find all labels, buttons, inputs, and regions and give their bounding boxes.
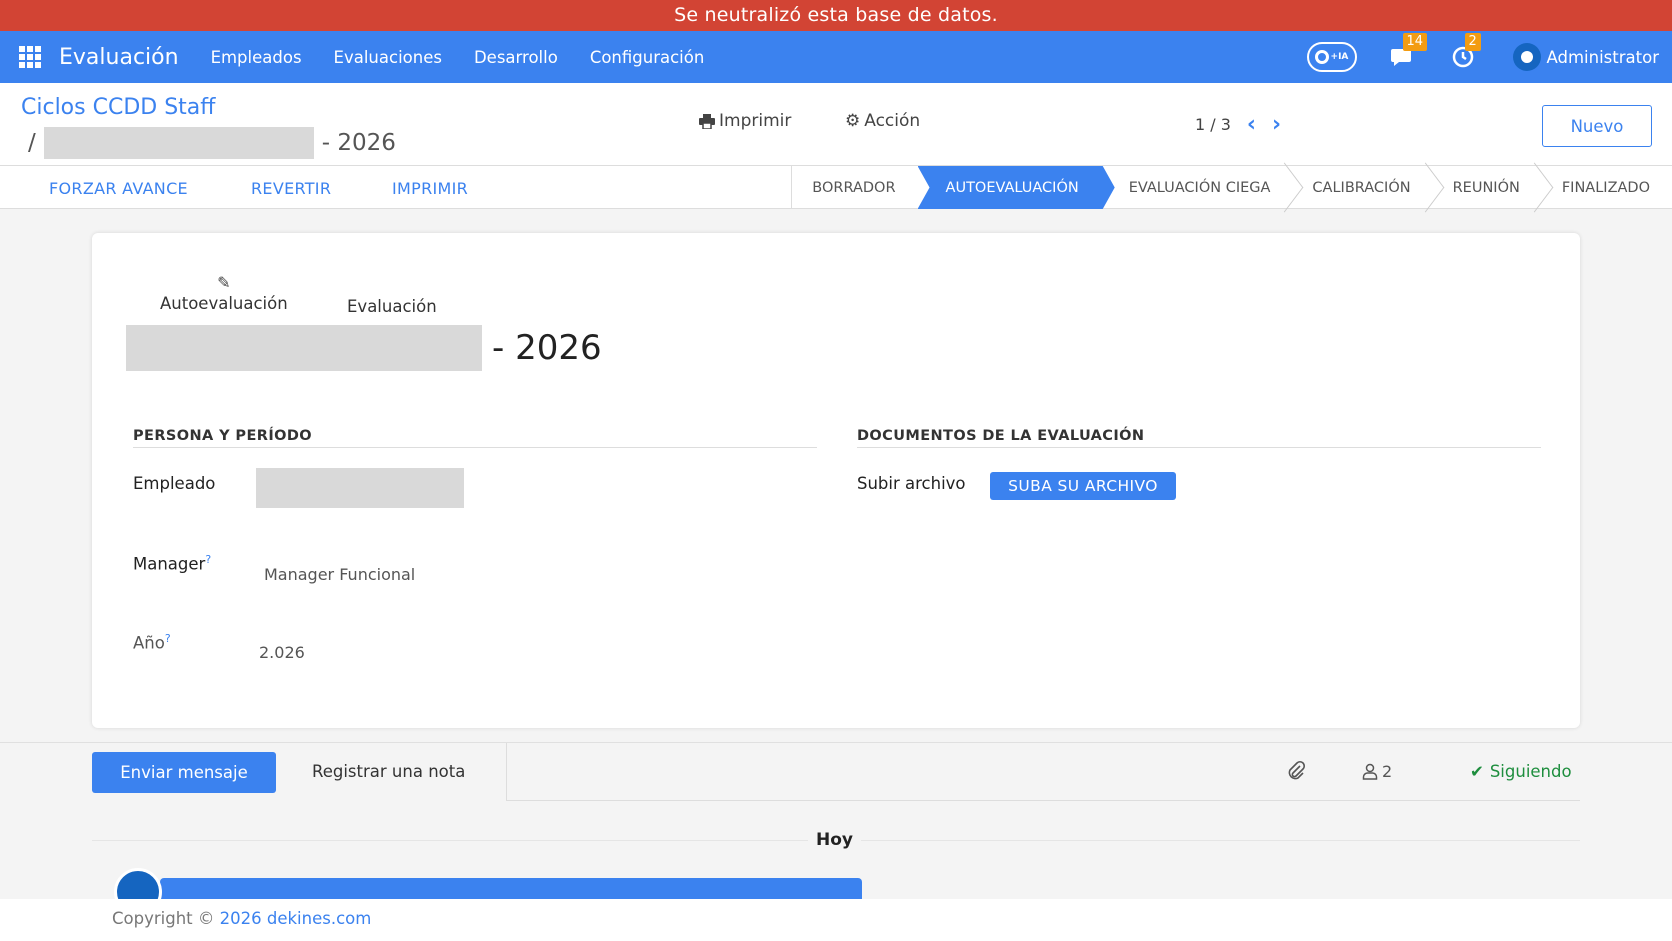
following-label: Siguiendo xyxy=(1489,762,1572,781)
check-icon: ✔ xyxy=(1470,762,1484,781)
stage-borrador[interactable]: BORRADOR xyxy=(792,166,917,209)
employee-field-redacted[interactable] xyxy=(256,468,464,508)
page-footer: Copyright © 2026 dekines.com xyxy=(0,899,1672,941)
self-evaluation-smart-button[interactable]: ✎ Autoevaluación xyxy=(160,273,288,313)
stage-calibracion[interactable]: CALIBRACIÓN xyxy=(1292,166,1432,209)
printer-icon xyxy=(699,113,715,129)
date-separator-label: Hoy xyxy=(808,830,861,850)
year-value: 2.026 xyxy=(259,643,305,662)
manager-label: Manager? xyxy=(133,553,211,574)
evaluation-smart-button[interactable]: Evaluación xyxy=(347,297,437,316)
user-menu[interactable]: Administrator xyxy=(1512,43,1659,71)
manager-value: Manager Funcional xyxy=(264,565,416,584)
nav-empleados[interactable]: Empleados xyxy=(211,48,302,67)
evaluation-label: Evaluación xyxy=(347,297,437,316)
chevron-right-icon[interactable]: › xyxy=(1272,112,1281,137)
activities-clock-icon[interactable]: 2 xyxy=(1451,33,1481,69)
nav-desarrollo[interactable]: Desarrollo xyxy=(474,48,558,67)
neutralized-banner: Se neutralizó esta base de datos. xyxy=(0,0,1672,31)
copyright-link[interactable]: 2026 dekines.com xyxy=(220,909,372,928)
redacted-record-name xyxy=(43,127,314,159)
help-icon[interactable]: ? xyxy=(165,632,171,645)
employee-label: Empleado xyxy=(133,474,216,493)
ai-toggle-label: +IA xyxy=(1330,52,1349,62)
followers-count: 2 xyxy=(1382,762,1393,781)
action-label: Acción xyxy=(864,111,921,131)
pager: 1 / 3 ‹ › xyxy=(1195,112,1281,137)
force-advance-button[interactable]: FORZAR AVANCE xyxy=(49,179,188,198)
year-label-text: Año xyxy=(133,633,165,653)
action-button[interactable]: ⚙ Acción xyxy=(845,111,920,131)
record-title: - 2026 xyxy=(126,325,602,371)
upload-file-button[interactable]: SUBA SU ARCHIVO xyxy=(990,472,1176,500)
stage-pipeline: BORRADOR AUTOEVALUACIÓN EVALUACIÓN CIEGA… xyxy=(791,166,1672,209)
stage-reunion[interactable]: REUNIÓN xyxy=(1433,166,1542,209)
following-button[interactable]: ✔ Siguiendo xyxy=(1470,762,1572,781)
app-brand[interactable]: Evaluación xyxy=(59,45,179,70)
chatter-tab-divider xyxy=(506,743,507,800)
chatter-divider xyxy=(0,742,1672,743)
stage-evaluacion-ciega[interactable]: EVALUACIÓN CIEGA xyxy=(1109,166,1293,209)
year-label: Año? xyxy=(133,632,171,653)
ai-toggle-dot-icon xyxy=(1314,50,1329,64)
redacted-title-name xyxy=(126,325,482,371)
top-navbar: Evaluación Empleados Evaluaciones Desarr… xyxy=(0,31,1672,83)
message-bubble xyxy=(160,878,862,900)
control-panel: Ciclos CCDD Staff / - 2026 Imprimir ⚙ Ac… xyxy=(0,83,1672,165)
followers-button[interactable]: 2 xyxy=(1362,762,1392,781)
messages-icon[interactable]: 14 xyxy=(1389,33,1428,69)
self-evaluation-label: Autoevaluación xyxy=(160,294,288,313)
stage-autoevaluacion[interactable]: AUTOEVALUACIÓN xyxy=(918,166,1115,209)
user-name: Administrator xyxy=(1546,47,1659,67)
messages-badge: 14 xyxy=(1402,33,1428,51)
send-message-button[interactable]: Enviar mensaje xyxy=(92,752,276,793)
ai-toggle[interactable]: +IA xyxy=(1306,42,1357,72)
copyright: Copyright © 2026 dekines.com xyxy=(112,909,371,928)
form-sheet: ✎ Autoevaluación Evaluación - 2026 PERSO… xyxy=(92,233,1580,728)
print-label: Imprimir xyxy=(719,111,792,131)
breadcrumb-year: - 2026 xyxy=(321,130,396,156)
breadcrumb-parent[interactable]: Ciclos CCDD Staff xyxy=(21,95,215,120)
log-note-button[interactable]: Registrar una nota xyxy=(312,762,465,781)
revert-button[interactable]: REVERTIR xyxy=(251,179,331,198)
nav-evaluaciones[interactable]: Evaluaciones xyxy=(334,48,442,67)
chevron-left-icon[interactable]: ‹ xyxy=(1247,112,1256,137)
print-statusbar-button[interactable]: IMPRIMIR xyxy=(392,179,468,198)
pager-value[interactable]: 1 / 3 xyxy=(1195,115,1231,134)
stage-finalizado[interactable]: FINALIZADO xyxy=(1542,166,1672,209)
activities-badge: 2 xyxy=(1464,33,1481,51)
group-person-period-title: PERSONA Y PERÍODO xyxy=(133,428,313,444)
print-button[interactable]: Imprimir xyxy=(699,111,791,131)
user-avatar xyxy=(1512,43,1541,71)
upload-file-label: Subir archivo xyxy=(857,474,966,493)
copyright-prefix: Copyright © xyxy=(112,909,220,928)
nav-configuracion[interactable]: Configuración xyxy=(590,48,705,67)
group-divider-right xyxy=(857,447,1541,448)
new-button[interactable]: Nuevo xyxy=(1542,105,1652,147)
title-year: - 2026 xyxy=(492,328,602,368)
group-documents-title: DOCUMENTOS DE LA EVALUACIÓN xyxy=(857,428,1145,444)
status-bar: FORZAR AVANCE REVERTIR IMPRIMIR BORRADOR… xyxy=(0,165,1672,209)
group-divider-left xyxy=(133,447,817,448)
user-icon xyxy=(1362,763,1378,780)
breadcrumb-separator: / xyxy=(28,130,36,156)
breadcrumb-current: / - 2026 xyxy=(28,127,396,159)
gear-icon: ⚙ xyxy=(845,111,861,131)
paperclip-icon[interactable] xyxy=(1286,760,1306,785)
chatter-topbar-line xyxy=(506,800,1580,801)
edit-icon: ✎ xyxy=(217,273,231,292)
help-icon[interactable]: ? xyxy=(205,553,211,566)
manager-label-text: Manager xyxy=(133,554,206,574)
apps-menu-icon[interactable] xyxy=(19,46,41,68)
